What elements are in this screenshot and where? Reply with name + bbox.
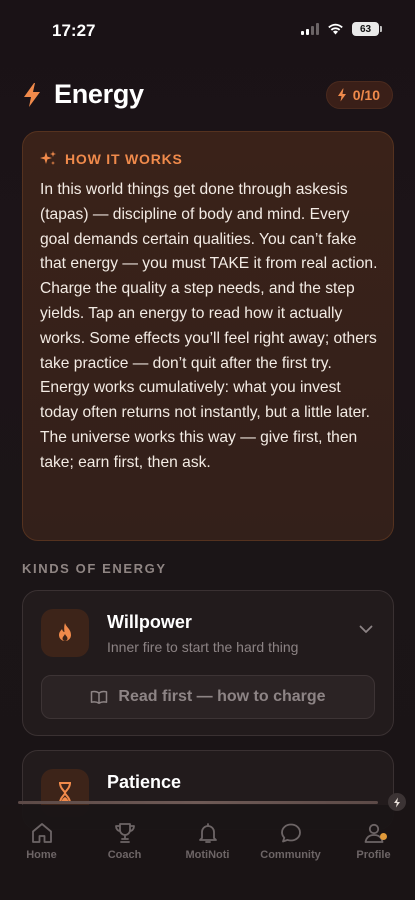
energy-progress-track [18,801,378,804]
energy-counter-value: 0/10 [352,87,380,103]
tab-label: Coach [107,849,142,861]
read-button-label: Read first — how to charge [118,688,326,705]
how-it-works-card: HOW IT WORKS In this world things get do… [22,131,394,541]
tab-label: Home [26,849,57,861]
kinds-of-energy-label: KINDS OF ENERGY [22,561,167,576]
tab-coach[interactable]: Coach [83,821,166,861]
how-it-works-header: HOW IT WORKS [39,150,183,168]
read-how-to-charge-button[interactable]: Read first — how to charge [41,675,375,719]
bolt-icon [24,83,40,107]
home-icon [31,823,52,843]
tab-label: MotiNoti [185,849,230,861]
page-header: Energy 0/10 [22,78,393,114]
how-it-works-body: In this world things get done through as… [40,181,378,471]
wifi-icon [328,23,343,35]
book-icon [91,690,108,704]
chat-icon [280,823,301,843]
energy-name: Willpower [107,612,192,632]
tab-label: Community [260,849,321,861]
how-it-works-title: HOW IT WORKS [65,151,183,167]
energy-subtitle: Inner fire to start the hard thing [107,639,299,655]
cellular-signal-icon [301,23,319,35]
battery-icon: 63 [352,22,382,36]
flame-icon [41,609,89,657]
energy-name: Patience [107,772,182,792]
tab-home[interactable]: Home [0,821,83,861]
bolt-icon [337,88,346,102]
bolt-icon[interactable] [388,793,406,811]
energy-counter-badge[interactable]: 0/10 [325,81,393,109]
energy-card-willpower[interactable]: Willpower Inner fire to start the hard t… [22,590,394,736]
bottom-tab-bar: Home Coach MotiNoti Community Profile [0,793,415,900]
sparkles-icon [40,151,56,165]
trophy-icon [114,823,135,843]
status-icons: 63 [301,22,382,36]
tab-label: Profile [356,849,391,861]
status-bar: 17:27 63 [0,0,415,60]
tab-profile[interactable]: Profile [332,821,415,861]
page-title: Energy [54,79,144,109]
tab-motinoti[interactable]: MotiNoti [166,821,249,861]
status-time: 17:27 [52,21,96,40]
chevron-down-icon[interactable] [359,625,373,634]
notification-dot [380,833,387,840]
tab-community[interactable]: Community [249,821,332,861]
bell-icon [198,823,217,843]
